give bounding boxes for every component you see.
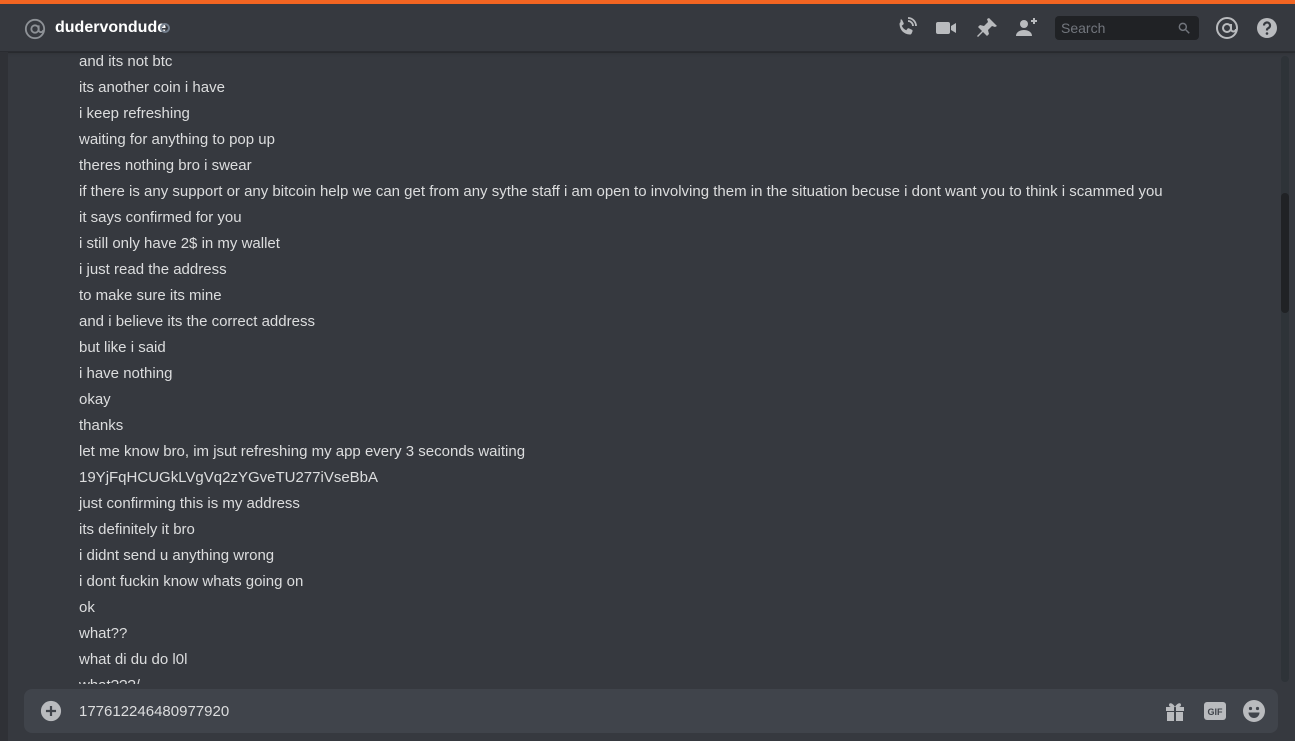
gif-icon[interactable]: GIF	[1203, 699, 1227, 723]
message-text: i have nothing	[79, 365, 173, 382]
message-text: its another coin i have	[79, 79, 225, 96]
at-icon	[24, 18, 46, 40]
message-text: what???/	[79, 676, 140, 684]
left-edge	[0, 52, 8, 741]
message-composer: GIF	[24, 689, 1278, 733]
voice-call-icon[interactable]	[894, 16, 918, 40]
video-call-icon[interactable]	[934, 16, 958, 40]
message-text: just confirming this is my address	[79, 495, 300, 512]
message-text: what??	[79, 625, 128, 642]
message-input[interactable]	[79, 701, 1079, 721]
channel-header: dudervondude	[0, 4, 1295, 52]
message-list: and its not btc its another coin i have …	[8, 52, 1295, 684]
message-text: i dont fuckin know whats going on	[79, 573, 304, 590]
message-text: its definitely it bro	[79, 521, 195, 538]
scrollbar-track[interactable]	[1281, 56, 1289, 682]
message-text: i still only have 2$ in my wallet	[79, 235, 280, 252]
message-text: okay	[79, 391, 111, 408]
message-text: but like i said	[79, 339, 166, 356]
search-icon	[1178, 22, 1190, 34]
message-text: 19YjFqHCUGkLVgVq2zYGveTU277iVseBbA	[79, 469, 379, 486]
message-text: i keep refreshing	[79, 105, 190, 122]
help-icon[interactable]	[1255, 16, 1279, 40]
pin-icon[interactable]	[975, 16, 999, 40]
message-text: if there is any support or any bitcoin h…	[79, 183, 1163, 200]
gift-icon[interactable]	[1163, 699, 1187, 723]
plus-circle-icon[interactable]	[40, 700, 62, 722]
emoji-icon[interactable]	[1242, 699, 1266, 723]
message-text: thanks	[79, 417, 124, 434]
search-input[interactable]	[1061, 16, 1171, 40]
message-text: and its not btc	[79, 53, 173, 70]
scrollbar-thumb[interactable]	[1281, 193, 1289, 313]
message-text: i just read the address	[79, 261, 227, 278]
message-text: ok	[79, 599, 95, 616]
message-text: to make sure its mine	[79, 287, 222, 304]
mentions-icon[interactable]	[1215, 16, 1239, 40]
search-box[interactable]	[1055, 16, 1199, 40]
message-text: theres nothing bro i swear	[79, 157, 252, 174]
message-text: let me know bro, im jsut refreshing my a…	[79, 443, 526, 460]
add-friend-icon[interactable]	[1015, 16, 1039, 40]
channel-title: dudervondude	[55, 19, 167, 36]
offline-status-icon	[160, 23, 170, 33]
message-text: what di du do l0l	[79, 651, 188, 668]
gif-label: GIF	[1208, 707, 1224, 717]
message-text: it says confirmed for you	[79, 209, 242, 226]
message-text: and i believe its the correct address	[79, 313, 315, 330]
message-text: waiting for anything to pop up	[79, 131, 275, 148]
message-text: i didnt send u anything wrong	[79, 547, 275, 564]
